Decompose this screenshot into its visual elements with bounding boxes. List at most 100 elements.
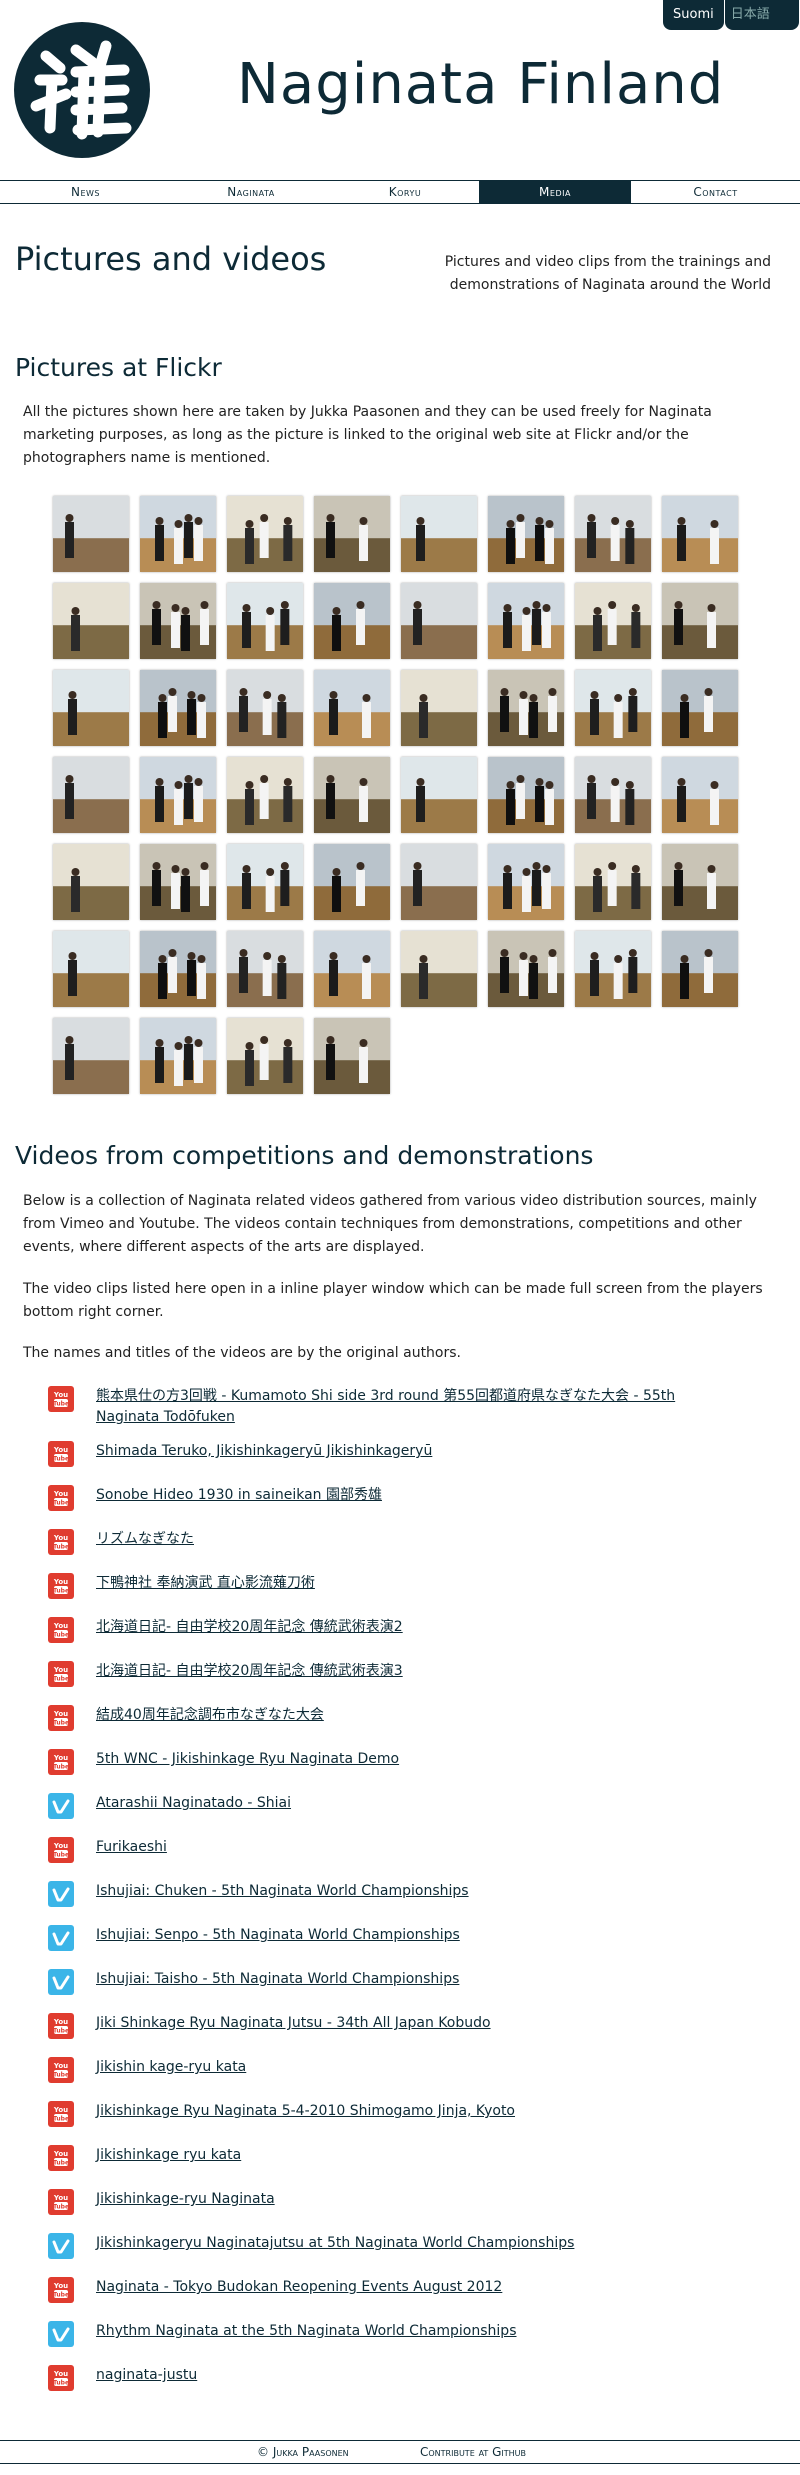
vimeo-icon[interactable] xyxy=(48,2233,74,2259)
video-link[interactable]: Rhythm Naginata at the 5th Naginata Worl… xyxy=(96,2321,517,2342)
gallery-photo[interactable] xyxy=(488,670,564,746)
video-link[interactable]: Atarashii Naginatado - Shiai xyxy=(96,1793,291,1814)
gallery-photo[interactable] xyxy=(575,757,651,833)
youtube-icon[interactable]: You Tube xyxy=(48,1386,74,1412)
gallery-photo[interactable] xyxy=(314,1018,390,1094)
youtube-icon[interactable]: You Tube xyxy=(48,1705,74,1731)
video-link[interactable]: 北海道日記- 自由学校20周年記念 傳統武術表演2 xyxy=(96,1617,403,1638)
nav-item-news[interactable]: News xyxy=(0,181,171,203)
gallery-photo[interactable] xyxy=(53,931,129,1007)
gallery-photo[interactable] xyxy=(314,757,390,833)
youtube-icon[interactable]: You Tube xyxy=(48,1837,74,1863)
footer-github-link[interactable]: Contribute at Github xyxy=(420,2441,526,2463)
gallery-photo[interactable] xyxy=(140,583,216,659)
gallery-photo[interactable] xyxy=(227,496,303,572)
gallery-photo[interactable] xyxy=(488,496,564,572)
gallery-photo[interactable] xyxy=(314,931,390,1007)
video-link[interactable]: Jikishinkage ryu kata xyxy=(96,2145,241,2166)
gallery-photo[interactable] xyxy=(140,1018,216,1094)
vimeo-icon[interactable] xyxy=(48,1969,74,1995)
video-link[interactable]: Ishujiai: Senpo - 5th Naginata World Cha… xyxy=(96,1925,460,1946)
gallery-photo[interactable] xyxy=(227,757,303,833)
gallery-photo[interactable] xyxy=(140,496,216,572)
nav-item-media[interactable]: Media xyxy=(479,181,631,203)
gallery-photo[interactable] xyxy=(662,583,738,659)
gallery-photo[interactable] xyxy=(488,583,564,659)
vimeo-icon[interactable] xyxy=(48,1881,74,1907)
video-link[interactable]: Ishujiai: Chuken - 5th Naginata World Ch… xyxy=(96,1881,469,1902)
gallery-photo[interactable] xyxy=(575,844,651,920)
gallery-photo[interactable] xyxy=(227,844,303,920)
gallery-photo[interactable] xyxy=(488,844,564,920)
video-link[interactable]: Jikishinkage Ryu Naginata 5-4-2010 Shimo… xyxy=(96,2101,515,2122)
nav-item-contact[interactable]: Contact xyxy=(631,181,800,203)
gallery-photo[interactable] xyxy=(401,496,477,572)
nav-item-koryu[interactable]: Koryu xyxy=(331,181,479,203)
gallery-photo[interactable] xyxy=(401,583,477,659)
video-link[interactable]: 5th WNC - Jikishinkage Ryu Naginata Demo xyxy=(96,1749,399,1770)
video-link[interactable]: Jikishin kage-ryu kata xyxy=(96,2057,246,2078)
gallery-photo[interactable] xyxy=(488,757,564,833)
youtube-icon[interactable]: You Tube xyxy=(48,1617,74,1643)
gallery-photo[interactable] xyxy=(140,757,216,833)
video-link[interactable]: naginata-justu xyxy=(96,2365,197,2386)
logo-emblem[interactable] xyxy=(14,22,150,158)
video-link[interactable]: Jikishinkageryu Naginatajutsu at 5th Nag… xyxy=(96,2233,574,2254)
video-link[interactable]: Naginata - Tokyo Budokan Reopening Event… xyxy=(96,2277,502,2298)
video-link[interactable]: リズムなぎなた xyxy=(96,1529,194,1550)
video-link[interactable]: 熊本県仕の方3回戦 - Kumamoto Shi side 3rd round … xyxy=(96,1386,736,1428)
youtube-icon[interactable]: You Tube xyxy=(48,2101,74,2127)
language-link-suomi[interactable]: Suomi xyxy=(663,0,724,30)
vimeo-icon[interactable] xyxy=(48,2321,74,2347)
youtube-icon[interactable]: You Tube xyxy=(48,1749,74,1775)
gallery-photo[interactable] xyxy=(401,931,477,1007)
gallery-photo[interactable] xyxy=(53,757,129,833)
youtube-icon[interactable]: You Tube xyxy=(48,2277,74,2303)
video-link[interactable]: Shimada Teruko, Jikishinkageryū Jikishin… xyxy=(96,1441,432,1462)
gallery-photo[interactable] xyxy=(662,757,738,833)
gallery-photo[interactable] xyxy=(401,757,477,833)
gallery-photo[interactable] xyxy=(488,931,564,1007)
gallery-photo[interactable] xyxy=(53,583,129,659)
gallery-photo[interactable] xyxy=(575,931,651,1007)
gallery-photo[interactable] xyxy=(662,670,738,746)
vimeo-icon[interactable] xyxy=(48,1793,74,1819)
vimeo-icon[interactable] xyxy=(48,1925,74,1951)
gallery-photo[interactable] xyxy=(227,1018,303,1094)
youtube-icon[interactable]: You Tube xyxy=(48,1485,74,1511)
gallery-photo[interactable] xyxy=(575,496,651,572)
gallery-photo[interactable] xyxy=(227,931,303,1007)
youtube-icon[interactable]: You Tube xyxy=(48,2189,74,2215)
gallery-photo[interactable] xyxy=(53,1018,129,1094)
youtube-icon[interactable]: You Tube xyxy=(48,2365,74,2391)
gallery-photo[interactable] xyxy=(227,670,303,746)
gallery-photo[interactable] xyxy=(140,670,216,746)
gallery-photo[interactable] xyxy=(53,670,129,746)
nav-item-naginata[interactable]: Naginata xyxy=(171,181,331,203)
gallery-photo[interactable] xyxy=(314,496,390,572)
youtube-icon[interactable]: You Tube xyxy=(48,1441,74,1467)
video-link[interactable]: Jikishinkage-ryu Naginata xyxy=(96,2189,275,2210)
youtube-icon[interactable]: You Tube xyxy=(48,2057,74,2083)
gallery-photo[interactable] xyxy=(575,670,651,746)
video-link[interactable]: Sonobe Hideo 1930 in saineikan 園部秀雄 xyxy=(96,1485,382,1506)
gallery-photo[interactable] xyxy=(314,844,390,920)
gallery-photo[interactable] xyxy=(314,670,390,746)
gallery-photo[interactable] xyxy=(401,844,477,920)
gallery-photo[interactable] xyxy=(575,583,651,659)
video-link[interactable]: 北海道日記- 自由学校20周年記念 傳統武術表演3 xyxy=(96,1661,403,1682)
video-link[interactable]: Furikaeshi xyxy=(96,1837,167,1858)
gallery-photo[interactable] xyxy=(140,931,216,1007)
youtube-icon[interactable]: You Tube xyxy=(48,2145,74,2171)
youtube-icon[interactable]: You Tube xyxy=(48,2013,74,2039)
gallery-photo[interactable] xyxy=(662,931,738,1007)
video-link[interactable]: 結成40周年記念調布市なぎなた大会 xyxy=(96,1705,324,1726)
gallery-photo[interactable] xyxy=(314,583,390,659)
gallery-photo[interactable] xyxy=(401,670,477,746)
video-link[interactable]: Jiki Shinkage Ryu Naginata Jutsu - 34th … xyxy=(96,2013,491,2034)
youtube-icon[interactable]: You Tube xyxy=(48,1573,74,1599)
gallery-photo[interactable] xyxy=(662,496,738,572)
gallery-photo[interactable] xyxy=(227,583,303,659)
gallery-photo[interactable] xyxy=(53,844,129,920)
video-link[interactable]: 下鴨神社 奉納演武 直心影流薙刀術 xyxy=(96,1573,315,1594)
